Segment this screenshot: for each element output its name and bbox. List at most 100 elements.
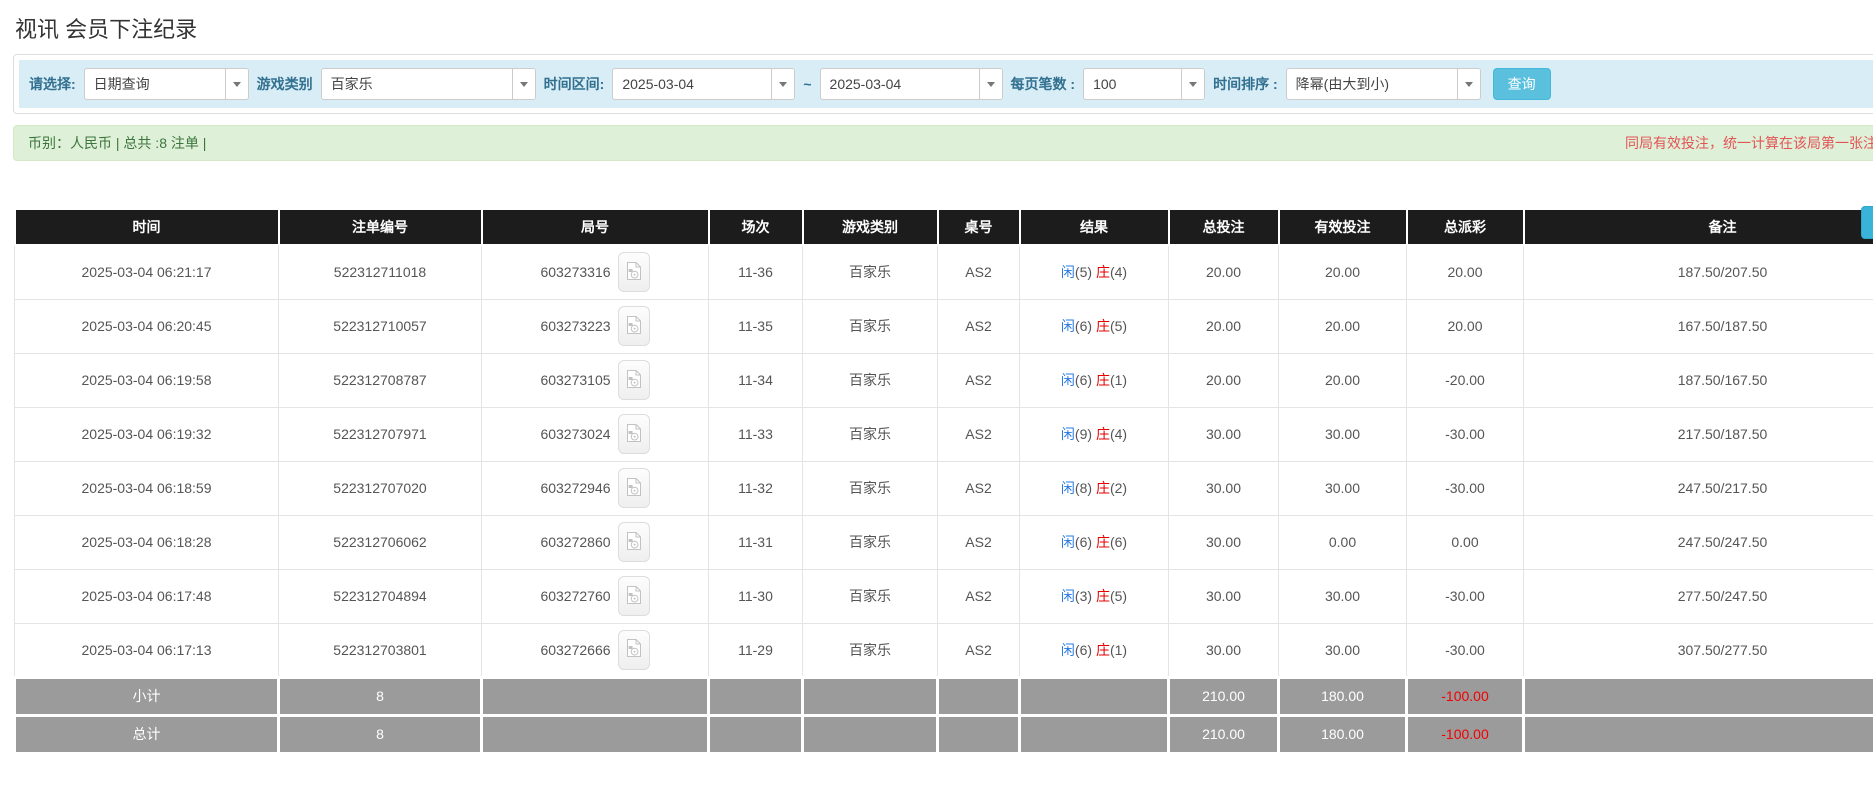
game-type-cell: 百家乐 xyxy=(803,245,938,299)
summary-payout-cell: -100.00 xyxy=(1407,715,1524,753)
total-bet-cell: 30.00 xyxy=(1169,461,1279,515)
order-no-cell: 522312708787 xyxy=(279,353,482,407)
column-header: 总投注 xyxy=(1169,209,1279,245)
column-header: 注单编号 xyxy=(279,209,482,245)
select-type-value: 日期查询 xyxy=(85,69,225,99)
date-from-input[interactable]: 2025-03-04 xyxy=(612,68,795,100)
result-player-label: 闲 xyxy=(1061,480,1075,496)
time-cell: 2025-03-04 06:19:58 xyxy=(15,353,279,407)
date-to-input[interactable]: 2025-03-04 xyxy=(820,68,1003,100)
remark-cell: 217.50/187.50 xyxy=(1524,407,1873,461)
total-bet-cell: 30.00 xyxy=(1169,407,1279,461)
result-banker-score: (2) xyxy=(1110,480,1127,496)
column-header: 游戏类别 xyxy=(803,209,938,245)
page-size-combobox[interactable]: 100 xyxy=(1083,68,1205,100)
summary-payout-cell: -100.00 xyxy=(1407,677,1524,715)
table-no-cell: AS2 xyxy=(938,515,1020,569)
remark-cell: 187.50/167.50 xyxy=(1524,353,1873,407)
remark-cell: 247.50/217.50 xyxy=(1524,461,1873,515)
result-banker-label: 庄 xyxy=(1096,264,1110,280)
result-player-score: (6) xyxy=(1075,318,1092,334)
video-replay-button[interactable] xyxy=(618,576,650,616)
summary-empty-cell xyxy=(803,715,938,753)
result-player-score: (6) xyxy=(1075,534,1092,550)
round-no-cell: 603273223 xyxy=(482,299,709,353)
summary-empty-cell xyxy=(482,677,709,715)
video-replay-button[interactable] xyxy=(618,252,650,292)
film-file-icon xyxy=(626,585,642,608)
order-no-cell: 522312711018 xyxy=(279,245,482,299)
filter-label-select-type: 请选择: xyxy=(29,74,76,94)
time-order-value: 降幂(由大到小) xyxy=(1287,69,1457,99)
session-cell: 11-31 xyxy=(709,515,803,569)
result-player-label: 闲 xyxy=(1061,534,1075,550)
chevron-down-icon[interactable] xyxy=(512,69,535,99)
result-banker-score: (6) xyxy=(1110,534,1127,550)
video-replay-button[interactable] xyxy=(618,522,650,562)
filter-panel: 请选择: 日期查询 游戏类别 百家乐 时间区间: 2025-03-04 ~ 20… xyxy=(13,54,1873,114)
time-cell: 2025-03-04 06:20:45 xyxy=(15,299,279,353)
table-row: 2025-03-04 06:17:13522312703801603272666… xyxy=(15,623,1873,677)
chevron-down-icon[interactable] xyxy=(1457,69,1480,99)
result-cell: 闲(9) 庄(4) xyxy=(1020,407,1169,461)
result-player-label: 闲 xyxy=(1061,588,1075,604)
result-player-score: (5) xyxy=(1075,264,1092,280)
summary-valid-bet-cell: 180.00 xyxy=(1279,677,1407,715)
game-type-cell: 百家乐 xyxy=(803,569,938,623)
chevron-down-icon[interactable] xyxy=(1181,69,1204,99)
result-banker-score: (1) xyxy=(1110,372,1127,388)
video-replay-button[interactable] xyxy=(618,414,650,454)
summary-label-cell: 总计 xyxy=(15,715,279,753)
table-row: 2025-03-04 06:17:48522312704894603272760… xyxy=(15,569,1873,623)
summary-empty-cell xyxy=(1020,677,1169,715)
time-order-combobox[interactable]: 降幂(由大到小) xyxy=(1286,68,1481,100)
chevron-down-icon[interactable] xyxy=(979,69,1002,99)
result-player-score: (3) xyxy=(1075,588,1092,604)
table-row: 2025-03-04 06:18:59522312707020603272946… xyxy=(15,461,1873,515)
result-cell: 闲(6) 庄(5) xyxy=(1020,299,1169,353)
table-no-cell: AS2 xyxy=(938,461,1020,515)
film-file-icon xyxy=(626,261,642,284)
session-cell: 11-36 xyxy=(709,245,803,299)
time-cell: 2025-03-04 06:17:48 xyxy=(15,569,279,623)
round-no-text: 603272666 xyxy=(540,642,610,658)
round-no-text: 603273024 xyxy=(540,426,610,442)
result-player-label: 闲 xyxy=(1061,642,1075,658)
video-replay-button[interactable] xyxy=(618,468,650,508)
remark-cell: 247.50/247.50 xyxy=(1524,515,1873,569)
total-bet-cell: 30.00 xyxy=(1169,515,1279,569)
order-no-cell: 522312706062 xyxy=(279,515,482,569)
partial-edge-button[interactable] xyxy=(1861,206,1873,239)
result-cell: 闲(3) 庄(5) xyxy=(1020,569,1169,623)
payout-cell: 20.00 xyxy=(1407,299,1524,353)
chevron-down-icon[interactable] xyxy=(771,69,794,99)
table-row: 2025-03-04 06:21:17522312711018603273316… xyxy=(15,245,1873,299)
time-cell: 2025-03-04 06:21:17 xyxy=(15,245,279,299)
game-type-cell: 百家乐 xyxy=(803,623,938,677)
result-player-label: 闲 xyxy=(1061,372,1075,388)
remark-cell: 187.50/207.50 xyxy=(1524,245,1873,299)
table-body: 2025-03-04 06:21:17522312711018603273316… xyxy=(15,245,1873,753)
chevron-down-icon[interactable] xyxy=(225,69,248,99)
filter-label-game-type: 游戏类别 xyxy=(257,74,313,94)
round-no-text: 603272860 xyxy=(540,534,610,550)
result-banker-score: (5) xyxy=(1110,318,1127,334)
result-banker-label: 庄 xyxy=(1096,534,1110,550)
select-type-combobox[interactable]: 日期查询 xyxy=(84,68,249,100)
valid-bet-cell: 20.00 xyxy=(1279,299,1407,353)
table-no-cell: AS2 xyxy=(938,245,1020,299)
game-type-cell: 百家乐 xyxy=(803,299,938,353)
session-cell: 11-29 xyxy=(709,623,803,677)
video-replay-button[interactable] xyxy=(618,360,650,400)
session-cell: 11-30 xyxy=(709,569,803,623)
video-replay-button[interactable] xyxy=(618,630,650,670)
video-replay-button[interactable] xyxy=(618,306,650,346)
total-bet-cell: 30.00 xyxy=(1169,569,1279,623)
summary-valid-bet-cell: 180.00 xyxy=(1279,715,1407,753)
order-no-cell: 522312703801 xyxy=(279,623,482,677)
game-type-combobox[interactable]: 百家乐 xyxy=(321,68,536,100)
search-button[interactable]: 查询 xyxy=(1493,68,1551,100)
table-no-cell: AS2 xyxy=(938,407,1020,461)
film-file-icon xyxy=(626,477,642,500)
date-from-value: 2025-03-04 xyxy=(613,69,771,99)
